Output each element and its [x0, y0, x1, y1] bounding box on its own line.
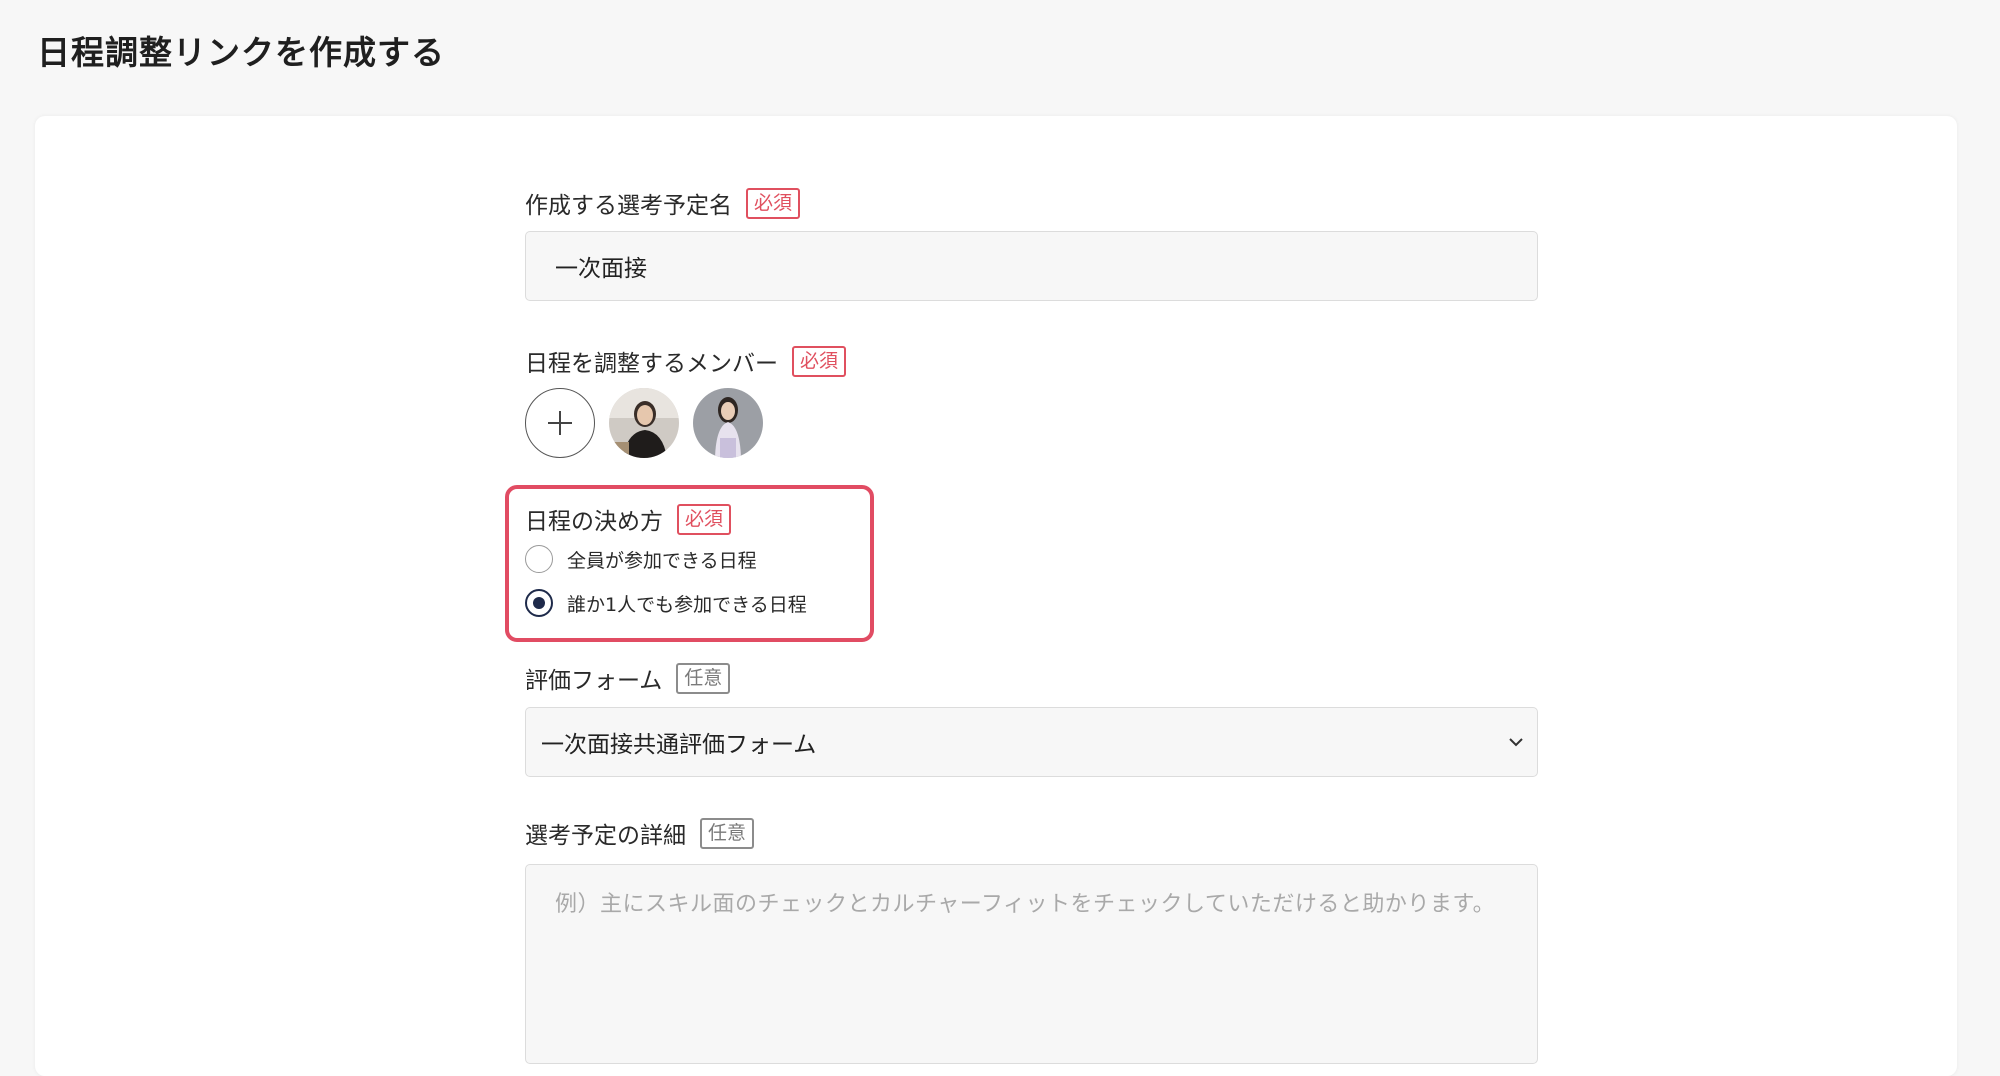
- radio-button-selected[interactable]: [525, 589, 553, 617]
- radio-option-label: 全員が参加できる日程: [567, 549, 757, 572]
- required-badge: 必須: [792, 345, 847, 377]
- event-name-value: 一次面接: [555, 256, 647, 282]
- evaluation-form-label: 評価フォーム 任意: [525, 661, 731, 695]
- member-avatar-1: [609, 388, 679, 458]
- required-badge: 必須: [746, 187, 801, 219]
- optional-badge: 任意: [676, 662, 731, 694]
- members-label-text: 日程を調整するメンバー: [525, 351, 778, 377]
- required-badge: 必須: [677, 503, 732, 535]
- radio-button[interactable]: [525, 545, 553, 573]
- event-name-input[interactable]: 一次面接: [525, 231, 1538, 301]
- event-name-label: 作成する選考予定名 必須: [525, 186, 801, 220]
- page-title: 日程調整リンクを作成する: [37, 33, 445, 72]
- avatar[interactable]: [693, 388, 763, 458]
- member-avatar-2: [693, 388, 763, 458]
- radio-option-anyone[interactable]: 誰か1人でも参加できる日程: [525, 589, 807, 617]
- avatar[interactable]: [609, 388, 679, 458]
- decision-method-label-text: 日程の決め方: [525, 509, 663, 535]
- radio-option-label: 誰か1人でも参加できる日程: [567, 593, 807, 616]
- optional-badge: 任意: [700, 817, 755, 849]
- chevron-down-icon: [1509, 738, 1523, 747]
- event-name-label-text: 作成する選考予定名: [525, 193, 732, 219]
- details-placeholder: 例）主にスキル面のチェックとカルチャーフィットをチェックしていただけると助かりま…: [555, 892, 1496, 917]
- plus-icon: [548, 411, 572, 435]
- radio-option-all-members[interactable]: 全員が参加できる日程: [525, 545, 757, 573]
- evaluation-form-label-text: 評価フォーム: [525, 668, 663, 694]
- decision-method-label: 日程の決め方 必須: [525, 502, 732, 536]
- details-label-text: 選考予定の詳細: [525, 823, 686, 849]
- details-textarea[interactable]: 例）主にスキル面のチェックとカルチャーフィットをチェックしていただけると助かりま…: [525, 864, 1538, 1064]
- evaluation-form-selected: 一次面接共通評価フォーム: [541, 732, 817, 758]
- evaluation-form-select[interactable]: 一次面接共通評価フォーム: [525, 707, 1538, 777]
- form-card: 作成する選考予定名 必須 一次面接 日程を調整するメンバー 必須 日程の決め方 …: [35, 116, 1957, 1076]
- members-label: 日程を調整するメンバー 必須: [525, 344, 847, 378]
- details-label: 選考予定の詳細 任意: [525, 816, 755, 850]
- add-member-button[interactable]: [525, 388, 595, 458]
